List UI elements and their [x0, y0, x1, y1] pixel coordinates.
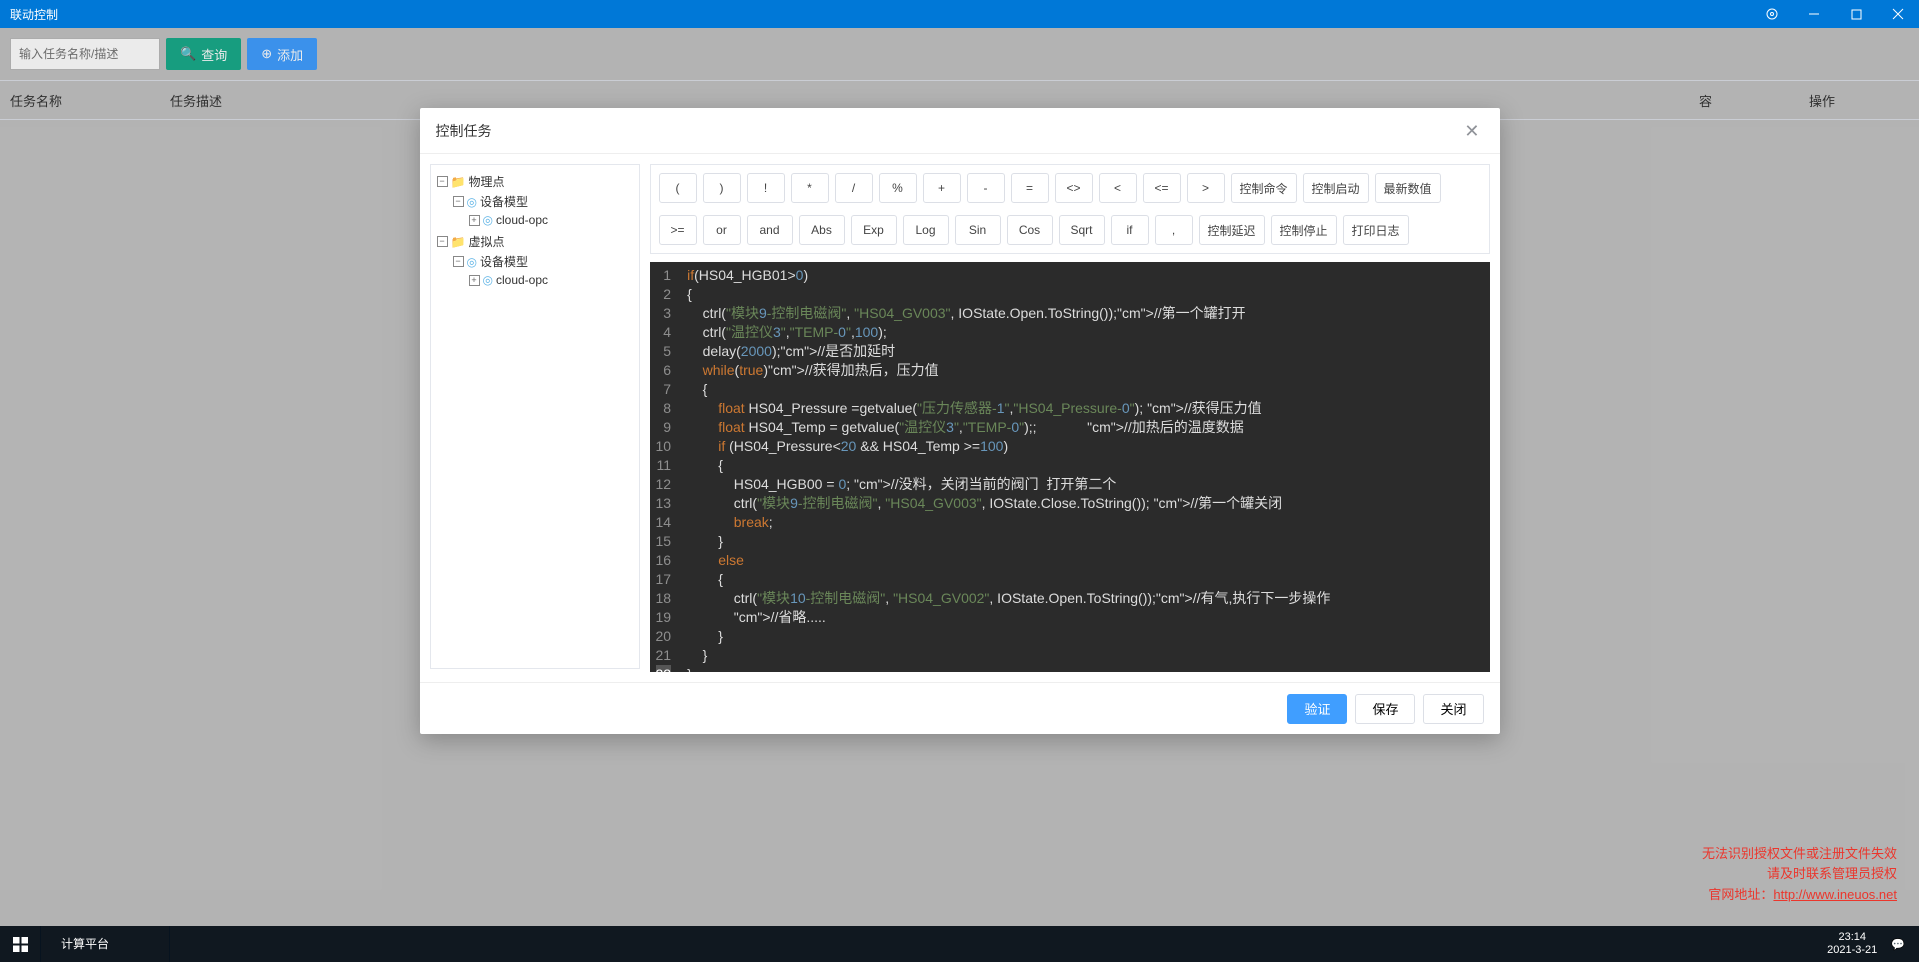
dialog-footer: 验证 保存 关闭	[420, 682, 1500, 734]
verify-button[interactable]: 验证	[1287, 694, 1347, 724]
folder-icon: 📁	[451, 235, 466, 249]
tree-node-model-1[interactable]: −◎设备模型	[451, 192, 635, 211]
collapse-icon: −	[437, 236, 448, 247]
save-button[interactable]: 保存	[1355, 694, 1415, 724]
op-button[interactable]: <	[1099, 173, 1137, 203]
editor-code[interactable]: if(HS04_HGB01>0) { ctrl("模块9-控制电磁阀", "HS…	[679, 262, 1489, 672]
collapse-icon: −	[453, 196, 464, 207]
windows-taskbar: 计算平台 23:14 2021-3-21 💬	[0, 926, 1919, 962]
op-button[interactable]: 控制延迟	[1199, 215, 1265, 245]
window-titlebar: 联动控制	[0, 0, 1919, 28]
op-button[interactable]: %	[879, 173, 917, 203]
notifications-icon[interactable]: 💬	[1891, 938, 1905, 951]
op-button[interactable]: =	[1011, 173, 1049, 203]
op-button[interactable]: 控制启动	[1303, 173, 1369, 203]
window-minimize-button[interactable]	[1793, 0, 1835, 28]
taskbar-clock[interactable]: 23:14 2021-3-21	[1827, 931, 1877, 956]
op-button[interactable]: /	[835, 173, 873, 203]
control-task-dialog: 控制任务 ✕ −📁物理点 −◎设备模型 +◎cloud-opc	[420, 108, 1500, 734]
op-button[interactable]: Abs	[799, 215, 845, 245]
expand-icon: +	[469, 215, 480, 226]
op-button[interactable]: +	[923, 173, 961, 203]
tree-leaf-2[interactable]: +◎cloud-opc	[467, 272, 635, 288]
dialog-header: 控制任务 ✕	[420, 108, 1500, 154]
code-editor[interactable]: 12345678910111213141516171819202122 if(H…	[650, 262, 1490, 672]
op-button[interactable]: 最新数值	[1375, 173, 1441, 203]
editor-gutter: 12345678910111213141516171819202122	[650, 262, 680, 672]
op-button[interactable]: and	[747, 215, 793, 245]
op-button[interactable]: 打印日志	[1343, 215, 1409, 245]
tree-node-model-2[interactable]: −◎设备模型	[451, 252, 635, 271]
op-button[interactable]: if	[1111, 215, 1149, 245]
system-tray: 23:14 2021-3-21 💬	[1827, 931, 1919, 956]
op-button[interactable]: <=	[1143, 173, 1181, 203]
model-icon: ◎	[467, 195, 477, 209]
model-icon: ◎	[483, 273, 493, 287]
op-button[interactable]: Log	[903, 215, 949, 245]
op-button[interactable]: 控制停止	[1271, 215, 1337, 245]
op-button[interactable]: (	[659, 173, 697, 203]
dialog-close-button[interactable]: ✕	[1460, 118, 1483, 144]
op-button[interactable]: -	[967, 173, 1005, 203]
operator-toolbar: ()!*/%+-=<><<=>控制命令控制启动最新数值 >=orandAbsExp…	[650, 164, 1490, 254]
window-settings-button[interactable]	[1751, 0, 1793, 28]
dialog-title: 控制任务	[436, 121, 492, 141]
expand-icon: +	[469, 275, 480, 286]
op-button[interactable]: Exp	[851, 215, 897, 245]
op-button[interactable]: ,	[1155, 215, 1193, 245]
model-icon: ◎	[483, 213, 493, 227]
collapse-icon: −	[453, 256, 464, 267]
op-button[interactable]: >=	[659, 215, 697, 245]
op-button[interactable]: Sqrt	[1059, 215, 1105, 245]
tree-node-physical[interactable]: −📁物理点	[435, 172, 635, 191]
window-close-button[interactable]	[1877, 0, 1919, 28]
tree-leaf-1[interactable]: +◎cloud-opc	[467, 212, 635, 228]
window-title: 联动控制	[0, 6, 1751, 23]
taskbar-app[interactable]: 计算平台	[40, 926, 170, 962]
op-button[interactable]: !	[747, 173, 785, 203]
op-button[interactable]: or	[703, 215, 741, 245]
window-maximize-button[interactable]	[1835, 0, 1877, 28]
start-button[interactable]	[0, 926, 40, 962]
modal-overlay: 控制任务 ✕ −📁物理点 −◎设备模型 +◎cloud-opc	[0, 28, 1919, 962]
device-tree[interactable]: −📁物理点 −◎设备模型 +◎cloud-opc −📁虚拟点 −◎设备模型	[430, 164, 640, 669]
op-button[interactable]: *	[791, 173, 829, 203]
tree-node-virtual[interactable]: −📁虚拟点	[435, 232, 635, 251]
op-button[interactable]: <>	[1055, 173, 1093, 203]
op-button[interactable]: 控制命令	[1231, 173, 1297, 203]
model-icon: ◎	[467, 255, 477, 269]
close-button[interactable]: 关闭	[1423, 694, 1483, 724]
folder-icon: 📁	[451, 175, 466, 189]
op-button[interactable]: Cos	[1007, 215, 1053, 245]
collapse-icon: −	[437, 176, 448, 187]
op-button[interactable]: Sin	[955, 215, 1001, 245]
op-button[interactable]: )	[703, 173, 741, 203]
op-button[interactable]: >	[1187, 173, 1225, 203]
